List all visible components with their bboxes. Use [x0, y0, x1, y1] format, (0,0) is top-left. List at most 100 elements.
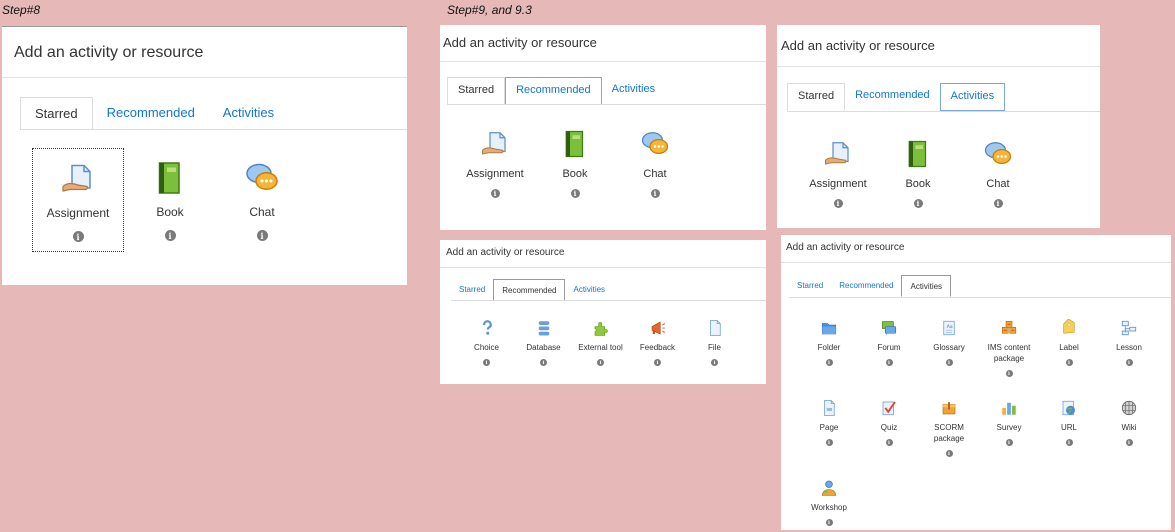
activity-option-folder[interactable]: Folder i — [799, 317, 859, 397]
activity-option-label: Label — [1059, 343, 1079, 352]
tab-recommended[interactable]: Recommended — [505, 77, 602, 105]
activity-option-assignment[interactable]: Assignment i — [32, 148, 124, 252]
info-icon[interactable]: i — [945, 450, 953, 457]
info-icon[interactable]: i — [1065, 359, 1073, 366]
activity-option-label: Glossary — [933, 343, 965, 352]
step-9-caption: Step#9, and 9.3 — [447, 3, 532, 17]
book-icon — [560, 129, 590, 162]
info-icon[interactable]: i — [711, 359, 718, 366]
tab-activities[interactable]: Activities — [209, 97, 288, 130]
external-tool-icon — [592, 319, 610, 339]
activity-chooser-starred-activities-focus: Add an activity or resource Starred Reco… — [777, 25, 1100, 228]
activity-option-label: Workshop — [811, 503, 847, 512]
activity-chooser-activities: Add an activity or resource Starred Reco… — [781, 235, 1171, 530]
activity-option-workshop[interactable]: Workshop i — [799, 477, 859, 530]
tab-starred[interactable]: Starred — [451, 279, 493, 301]
info-icon[interactable]: i — [72, 231, 84, 242]
activity-option-database[interactable]: Database i — [515, 317, 572, 377]
activity-option-feedback[interactable]: Feedback i — [629, 317, 686, 377]
tab-starred[interactable]: Starred — [447, 77, 506, 105]
activity-option-chat[interactable]: Chat i — [615, 123, 695, 198]
info-icon[interactable]: i — [483, 359, 490, 366]
info-icon[interactable]: i — [650, 189, 660, 198]
book-icon — [903, 139, 933, 172]
info-icon[interactable]: i — [945, 359, 953, 366]
activity-option-label: URL — [1060, 423, 1077, 432]
activity-option-scorm-package[interactable]: SCORM package i — [919, 397, 979, 477]
divider — [781, 262, 1171, 263]
tab-recommended[interactable]: Recommended — [93, 97, 209, 130]
activity-option-quiz[interactable]: Quiz i — [859, 397, 919, 477]
info-icon[interactable]: i — [1125, 359, 1133, 366]
activity-option-label: Assignment — [466, 168, 524, 180]
info-icon[interactable]: i — [825, 359, 833, 366]
glossary-icon: Aa — [940, 319, 958, 339]
activity-option-glossary[interactable]: Aa Glossary i — [919, 317, 979, 397]
info-icon[interactable]: i — [913, 199, 923, 208]
info-icon[interactable]: i — [597, 359, 604, 366]
tab-starred[interactable]: Starred — [789, 275, 831, 297]
info-icon[interactable]: i — [654, 359, 661, 366]
activity-option-url[interactable]: URL i — [1039, 397, 1099, 477]
activity-option-chat[interactable]: Chat i — [958, 133, 1038, 208]
activity-option-label: Chat — [643, 168, 667, 180]
info-icon[interactable]: i — [1005, 370, 1013, 377]
tab-activities[interactable]: Activities — [939, 83, 1006, 111]
info-icon[interactable]: i — [993, 199, 1003, 208]
info-icon[interactable]: i — [540, 359, 547, 366]
activity-chooser-recommended: Add an activity or resource Starred Reco… — [440, 240, 766, 384]
activity-option-book[interactable]: Book i — [878, 133, 958, 208]
file-icon — [706, 319, 724, 339]
activity-option-wiki[interactable]: Wiki i — [1099, 397, 1159, 477]
tab-activities[interactable]: Activities — [565, 279, 613, 301]
activity-option-lesson[interactable]: Lesson i — [1099, 317, 1159, 397]
info-icon[interactable]: i — [885, 439, 893, 446]
activity-option-label: Forum — [877, 343, 901, 352]
assignment-icon — [60, 161, 96, 200]
tab-activities[interactable]: Activities — [602, 77, 665, 105]
activity-option-page[interactable]: Page i — [799, 397, 859, 477]
module-grid: Choice i Database i External tool i Feedback i F… — [458, 317, 743, 377]
svg-text:Aa: Aa — [947, 324, 953, 330]
info-icon[interactable]: i — [885, 359, 893, 366]
tab-starred[interactable]: Starred — [20, 97, 93, 130]
activity-option-forum[interactable]: Forum i — [859, 317, 919, 397]
info-icon[interactable]: i — [490, 189, 500, 198]
activity-option-label: Chat — [249, 205, 275, 219]
activity-option-label: Assignment — [46, 206, 110, 220]
activity-option-book[interactable]: Book i — [124, 148, 216, 252]
tab-recommended[interactable]: Recommended — [493, 279, 566, 301]
activity-option-label: File — [708, 343, 721, 352]
info-icon[interactable]: i — [1065, 439, 1073, 446]
activity-option-file[interactable]: File i — [686, 317, 743, 377]
info-icon[interactable]: i — [1005, 439, 1013, 446]
info-icon[interactable]: i — [570, 189, 580, 198]
activity-option-survey[interactable]: Survey i — [979, 397, 1039, 477]
info-icon[interactable]: i — [164, 230, 176, 241]
info-icon[interactable]: i — [825, 439, 833, 446]
quiz-icon — [880, 399, 898, 419]
tab-activities[interactable]: Activities — [901, 275, 952, 297]
activity-option-label[interactable]: Label i — [1039, 317, 1099, 397]
tab-underline — [451, 300, 766, 301]
activity-option-ims-content-package[interactable]: IMS content package i — [979, 317, 1039, 397]
folder-icon — [820, 319, 838, 339]
activity-option-label: Feedback — [639, 343, 676, 352]
url-icon — [1060, 399, 1078, 419]
tab-starred[interactable]: Starred — [787, 83, 846, 111]
tab-underline — [447, 104, 766, 105]
activity-option-assignment[interactable]: Assignment i — [798, 133, 878, 208]
activity-option-external-tool[interactable]: External tool i — [572, 317, 629, 377]
tab-bar: Starred Recommended Activities — [447, 77, 665, 105]
info-icon[interactable]: i — [825, 519, 833, 526]
tab-recommended[interactable]: Recommended — [845, 83, 940, 111]
activity-option-choice[interactable]: Choice i — [458, 317, 515, 377]
info-icon[interactable]: i — [256, 230, 268, 241]
activity-option-chat[interactable]: Chat i — [216, 148, 308, 252]
info-icon[interactable]: i — [833, 199, 843, 208]
activity-option-assignment[interactable]: Assignment i — [455, 123, 535, 198]
tab-recommended[interactable]: Recommended — [831, 275, 901, 297]
scorm-icon — [940, 399, 958, 419]
activity-option-book[interactable]: Book i — [535, 123, 615, 198]
info-icon[interactable]: i — [1125, 439, 1133, 446]
